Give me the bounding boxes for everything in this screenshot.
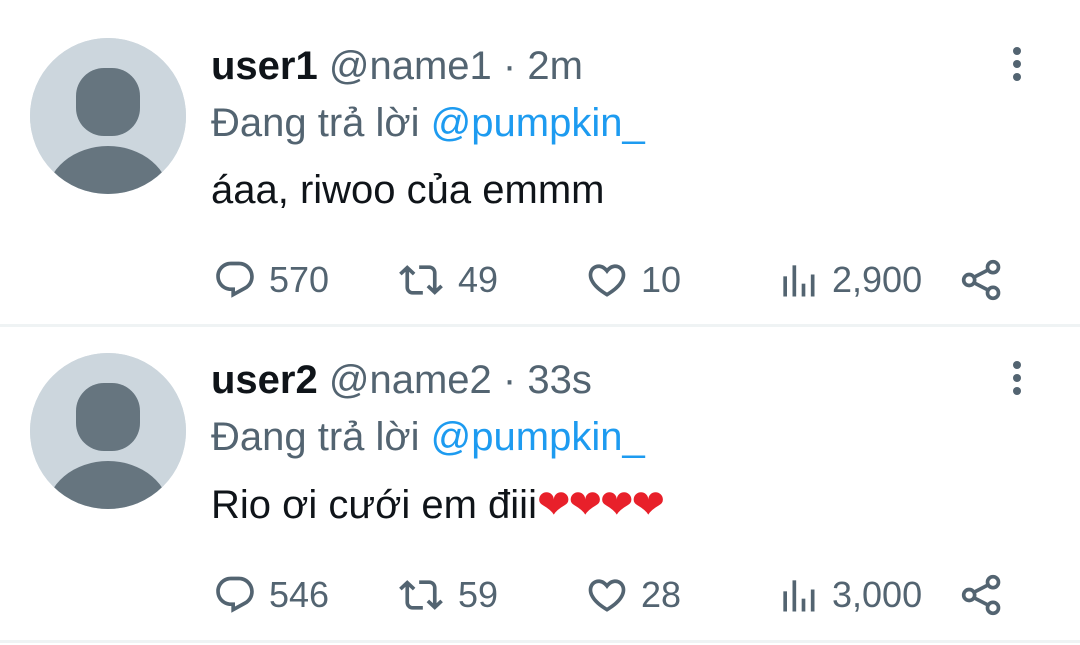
view-count: 2,900: [832, 259, 923, 300]
more-options-dot: [1013, 60, 1021, 68]
share-button[interactable]: [960, 258, 1004, 302]
tweet[interactable]: user2 @name2 · 33s Đang trả lời @pumpkin…: [0, 328, 1080, 641]
tweet-header: user1 @name1 · 2m: [211, 42, 583, 90]
display-name[interactable]: user2: [211, 358, 318, 402]
user-handle[interactable]: @name1: [329, 44, 492, 88]
reply-icon: [216, 261, 254, 298]
like-button[interactable]: 10: [585, 258, 681, 302]
mention-link[interactable]: @pumpkin_: [431, 101, 645, 145]
views-icon: [783, 265, 815, 297]
views-icon: [783, 580, 815, 612]
separator: ·: [502, 44, 517, 88]
tweet-text-emoji: ❤❤❤❤: [536, 483, 665, 527]
more-options-icon: [1013, 47, 1021, 55]
timestamp[interactable]: 2m: [527, 44, 583, 88]
replying-to: Đang trả lời @pumpkin_: [211, 413, 645, 461]
tweet[interactable]: user1 @name1 · 2m Đang trả lời @pumpkin_…: [0, 0, 1080, 326]
replying-to-label: Đang trả lời: [211, 415, 420, 459]
heart-icon: [588, 579, 626, 612]
reply-icon: [216, 576, 254, 613]
display-name[interactable]: user1: [211, 44, 318, 88]
more-options-icon: [1013, 361, 1021, 369]
retweet-count: 59: [458, 574, 499, 615]
reply-count: 570: [269, 259, 330, 300]
heart-icon: [588, 264, 626, 297]
like-count: 10: [641, 259, 682, 300]
divider: [0, 324, 1080, 327]
more-options-dot: [1013, 374, 1021, 382]
views-button[interactable]: 3,000: [776, 573, 922, 617]
share-icon: [961, 574, 1001, 616]
retweet-button[interactable]: 49: [396, 258, 498, 302]
retweet-count: 49: [458, 259, 499, 300]
more-options-button[interactable]: [1000, 352, 1034, 404]
like-count: 28: [641, 574, 682, 615]
default-avatar-icon: [30, 353, 186, 509]
tweet-text-content: Rio ơi cưới em điii: [211, 483, 537, 527]
share-icon: [961, 259, 1001, 301]
like-button[interactable]: 28: [585, 573, 681, 617]
tweet-text-content: áaa, riwoo của emmm: [211, 168, 605, 212]
share-button[interactable]: [960, 573, 1004, 617]
user-handle[interactable]: @name2: [329, 358, 492, 402]
separator: ·: [502, 358, 517, 402]
tweet-text: Rio ơi cưới em điii❤❤❤❤: [211, 481, 665, 529]
more-options-dot: [1013, 387, 1021, 395]
reply-button[interactable]: 570: [213, 258, 329, 302]
divider: [0, 640, 1080, 643]
reply-count: 546: [269, 574, 330, 615]
tweet-text: áaa, riwoo của emmm: [211, 166, 604, 214]
mention-link[interactable]: @pumpkin_: [431, 415, 645, 459]
replying-to-label: Đang trả lời: [211, 101, 420, 145]
default-avatar-icon: [30, 38, 186, 194]
replying-to: Đang trả lời @pumpkin_: [211, 99, 645, 147]
retweet-icon: [399, 580, 443, 610]
more-options-dot: [1013, 73, 1021, 81]
more-options-button[interactable]: [1000, 38, 1034, 90]
reply-button[interactable]: 546: [213, 573, 329, 617]
retweet-icon: [399, 265, 443, 295]
views-button[interactable]: 2,900: [776, 258, 922, 302]
avatar[interactable]: [30, 38, 186, 194]
avatar[interactable]: [30, 353, 186, 509]
view-count: 3,000: [832, 574, 923, 615]
tweet-header: user2 @name2 · 33s: [211, 356, 592, 404]
timestamp[interactable]: 33s: [527, 358, 592, 402]
retweet-button[interactable]: 59: [396, 573, 498, 617]
